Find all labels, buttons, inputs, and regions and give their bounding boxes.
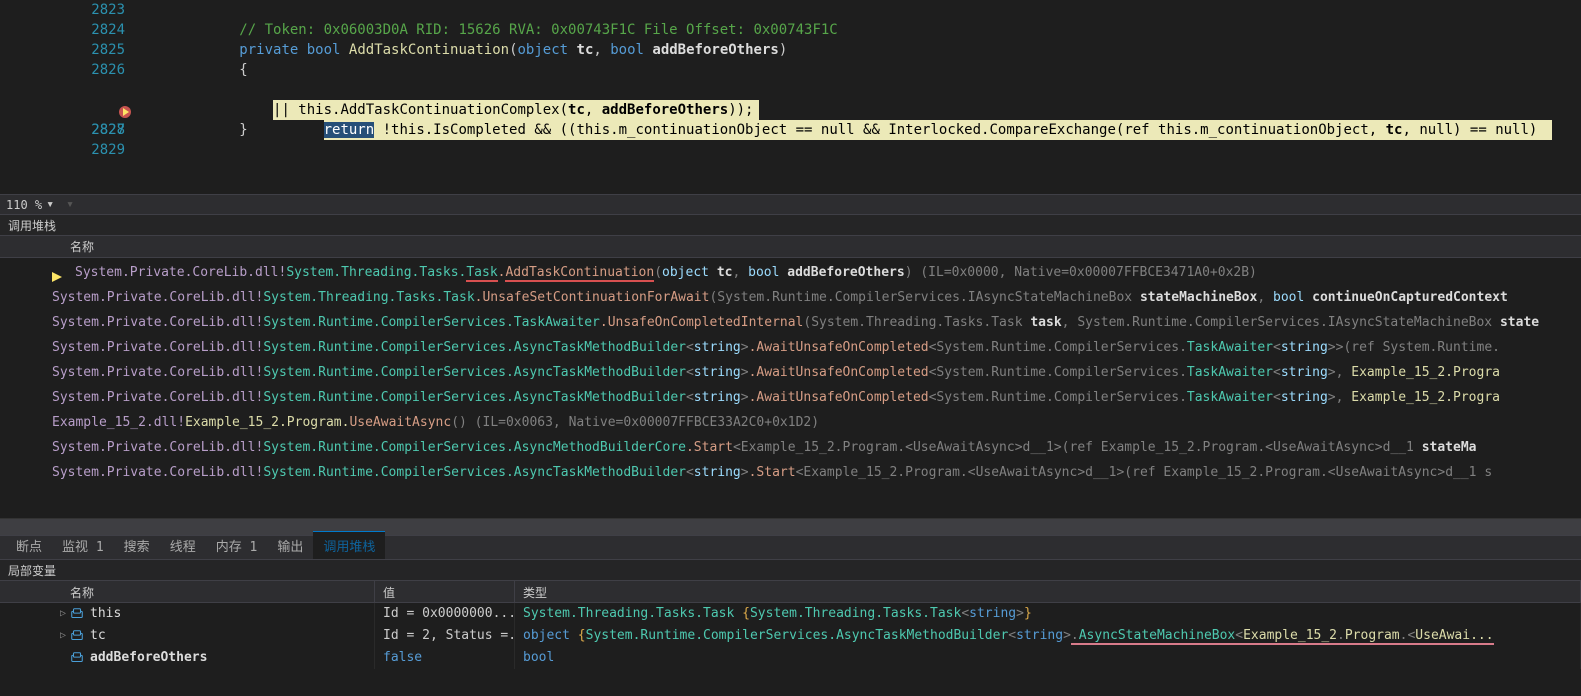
locals-column-headers: 名称 值 类型 xyxy=(0,581,1581,603)
code-comment: // Token: 0x06003D0A RID: 15626 RVA: 0x0… xyxy=(239,22,837,38)
callstack-frame[interactable]: System.Private.CoreLib.dll!System.Runtim… xyxy=(0,385,1581,410)
line-number: 2828 xyxy=(75,120,125,140)
locals-col-name[interactable]: 名称 xyxy=(0,581,375,602)
callstack-frame[interactable]: System.Private.CoreLib.dll!System.Runtim… xyxy=(0,310,1581,335)
callstack-frame[interactable]: Example_15_2.dll!Example_15_2.Program.Us… xyxy=(0,410,1581,435)
line-number: 2824 xyxy=(75,20,125,40)
callstack-column-header: 名称 xyxy=(0,236,1581,258)
variable-icon xyxy=(70,629,84,643)
method-name: AddTaskContinuation xyxy=(349,42,509,58)
locals-row[interactable]: ▷thisId = 0x0000000...System.Threading.T… xyxy=(0,603,1581,625)
tab-output[interactable]: 输出 xyxy=(267,532,313,559)
callstack-frame[interactable]: System.Private.CoreLib.dll!System.Thread… xyxy=(0,285,1581,310)
execution-pointer-icon xyxy=(50,82,66,98)
variable-icon xyxy=(70,651,84,665)
callstack-panel[interactable]: 名称 System.Private.CoreLib.dll!System.Thr… xyxy=(0,236,1581,518)
current-frame-arrow-icon xyxy=(50,264,68,282)
locals-row[interactable]: ▷addBeforeOthersfalsebool xyxy=(0,647,1581,669)
zoom-level[interactable]: 110 % xyxy=(6,198,42,212)
callstack-frame[interactable]: System.Private.CoreLib.dll!System.Runtim… xyxy=(0,460,1581,485)
variable-icon xyxy=(70,607,84,621)
expand-toggle-icon[interactable]: ▷ xyxy=(60,603,66,625)
tab-breakpoints[interactable]: 断点 xyxy=(6,532,52,559)
tab-watch[interactable]: 监视 1 xyxy=(52,532,114,559)
callstack-frame[interactable]: System.Private.CoreLib.dll!System.Runtim… xyxy=(0,335,1581,360)
column-name-header: 名称 xyxy=(0,238,94,255)
callstack-frame[interactable]: System.Private.CoreLib.dll!System.Runtim… xyxy=(0,360,1581,385)
line-number: 2823 xyxy=(75,0,125,20)
zoom-dropdown-icon[interactable]: ▾ xyxy=(42,197,58,212)
tab-memory[interactable]: 内存 1 xyxy=(206,532,268,559)
locals-panel-header: 局部变量 xyxy=(0,559,1581,581)
callstack-frame[interactable]: System.Private.CoreLib.dll!System.Runtim… xyxy=(0,435,1581,460)
tab-threads[interactable]: 线程 xyxy=(160,532,206,559)
locals-title: 局部变量 xyxy=(8,562,56,579)
callstack-title: 调用堆栈 xyxy=(8,217,56,234)
line-number: 2826 xyxy=(75,60,125,80)
line-number: 2829 xyxy=(75,140,125,160)
callstack-frame[interactable]: System.Private.CoreLib.dll!System.Thread… xyxy=(0,260,1581,285)
expand-toggle-icon[interactable]: ▷ xyxy=(60,625,66,647)
locals-panel[interactable]: 名称 值 类型 ▷thisId = 0x0000000...System.Thr… xyxy=(0,581,1581,669)
chevron-down-icon[interactable]: ▾ xyxy=(66,197,74,212)
locals-col-type[interactable]: 类型 xyxy=(515,581,1581,602)
tab-search[interactable]: 搜索 xyxy=(114,532,160,559)
line-number: 2825 xyxy=(75,40,125,60)
current-execution-line[interactable]: 2827 return !this.IsCompleted && ((this.… xyxy=(155,80,1581,100)
tab-callstack[interactable]: 调用堆栈 xyxy=(313,531,385,559)
code-editor[interactable]: 2823 2824 // Token: 0x06003D0A RID: 1562… xyxy=(0,0,1581,194)
callstack-panel-header: 调用堆栈 xyxy=(0,214,1581,236)
locals-col-value[interactable]: 值 xyxy=(375,581,515,602)
bottom-tabs: 断点 监视 1 搜索 线程 内存 1 输出 调用堆栈 xyxy=(0,535,1581,559)
locals-row[interactable]: ▷tcId = 2, Status =...object {System.Run… xyxy=(0,625,1581,647)
zoom-bar: 110 % ▾ ▾ xyxy=(0,194,1581,214)
